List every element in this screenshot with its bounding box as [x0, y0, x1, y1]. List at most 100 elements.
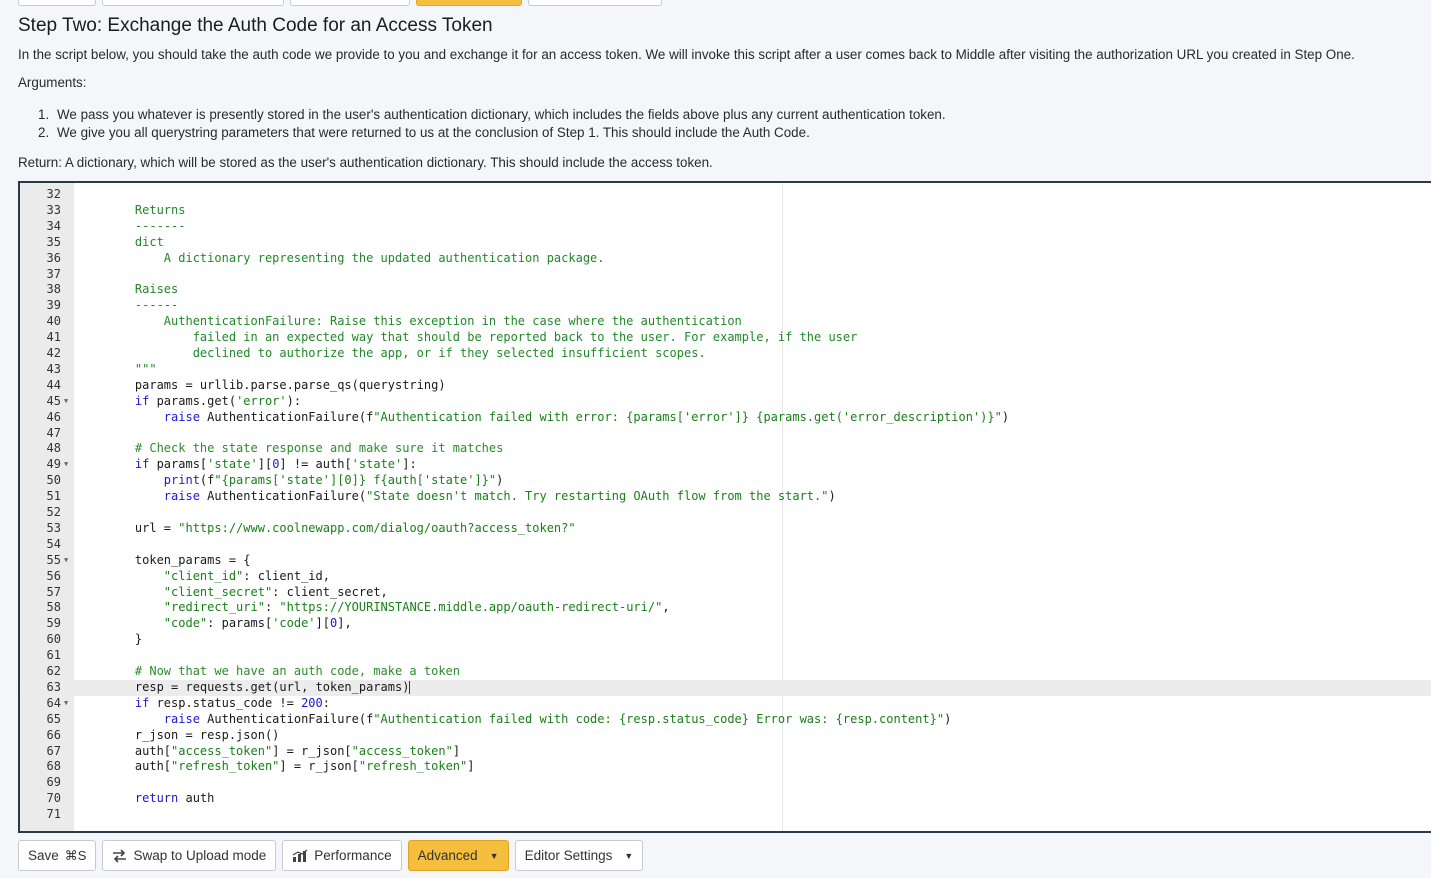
page: Step Two: Exchange the Auth Code for an …: [0, 0, 1431, 878]
line-number: 51: [46, 489, 61, 504]
code-line[interactable]: 38 Raises: [20, 282, 1431, 298]
code-line[interactable]: 65 raise AuthenticationFailure(f"Authent…: [20, 712, 1431, 728]
code-line[interactable]: 66 r_json = resp.json(): [20, 728, 1431, 744]
code-line[interactable]: 34 -------: [20, 219, 1431, 235]
advanced-button[interactable]: Advanced ▼: [407, 840, 509, 871]
code-line[interactable]: 46 raise AuthenticationFailure(f"Authent…: [20, 410, 1431, 426]
line-number: 70: [46, 791, 61, 806]
code-text: # Check the state response and make sure…: [106, 441, 504, 456]
code-line[interactable]: 53 url = "https://www.coolnewapp.com/dia…: [20, 521, 1431, 537]
code-line[interactable]: 47: [20, 426, 1431, 442]
swap-upload-button[interactable]: Swap to Upload mode: [102, 840, 277, 871]
save-shortcut: ⌘S: [64, 847, 87, 863]
code-line[interactable]: 43 """: [20, 362, 1431, 378]
line-number: 65: [46, 711, 61, 726]
line-number: 61: [46, 648, 61, 663]
line-number: 71: [46, 807, 61, 822]
swap-arrows-icon: [112, 848, 127, 863]
line-number: 55: [46, 552, 61, 567]
code-line[interactable]: 58 "redirect_uri": "https://YOURINSTANCE…: [20, 600, 1431, 616]
line-number: 67: [46, 743, 61, 758]
code-line[interactable]: 41 failed in an expected way that should…: [20, 330, 1431, 346]
line-number: 39: [46, 298, 61, 313]
line-number: 64: [46, 695, 61, 710]
code-line[interactable]: 64 ▼ if resp.status_code != 200:: [20, 696, 1431, 712]
code-line[interactable]: 50 print(f"{params['state'][0]} f{auth['…: [20, 473, 1431, 489]
line-number: 57: [46, 584, 61, 599]
code-text: "code": params['code'][0],: [163, 616, 352, 631]
code-line[interactable]: 71: [20, 807, 1431, 823]
code-editor[interactable]: 32 33 Returns 34 ------- 35 dict 36 A dictio…: [18, 181, 1431, 833]
line-number: 56: [46, 568, 61, 583]
code-line[interactable]: 39 ------: [20, 298, 1431, 314]
code-line[interactable]: 70 return auth: [20, 791, 1431, 807]
code-line[interactable]: 45 ▼ if params.get('error'):: [20, 394, 1431, 410]
code-text: Raises: [106, 282, 179, 297]
code-line[interactable]: 48 # Check the state response and make s…: [20, 441, 1431, 457]
code-text: url = "https://www.coolnewapp.com/dialog…: [106, 520, 576, 535]
line-number: 34: [46, 218, 61, 233]
line-number: 45: [46, 393, 61, 408]
code-line[interactable]: 56 "client_id": client_id,: [20, 569, 1431, 585]
code-line[interactable]: 69: [20, 775, 1431, 791]
line-number: 59: [46, 616, 61, 631]
line-number: 48: [46, 441, 61, 456]
code-line[interactable]: 63 resp = requests.get(url, token_params…: [20, 679, 1431, 696]
code-line[interactable]: 54: [20, 537, 1431, 553]
code-text: "client_secret": client_secret,: [163, 584, 388, 599]
code-text: failed in an expected way that should be…: [106, 330, 858, 345]
line-number: 46: [46, 409, 61, 424]
code-line[interactable]: 32: [20, 187, 1431, 203]
code-line[interactable]: 57 "client_secret": client_secret,: [20, 585, 1431, 601]
save-label: Save: [28, 848, 59, 863]
code-line[interactable]: 40 AuthenticationFailure: Raise this exc…: [20, 314, 1431, 330]
argument-number: 1.: [38, 107, 50, 122]
fold-toggle-icon[interactable]: ▼: [64, 394, 68, 410]
line-number: 37: [46, 266, 61, 281]
line-number: 41: [46, 330, 61, 345]
top-swap-button[interactable]: [102, 0, 284, 6]
fold-toggle-icon[interactable]: ▼: [64, 553, 68, 569]
top-performance-button[interactable]: [290, 0, 410, 6]
code-line[interactable]: 67 auth["access_token"] = r_json["access…: [20, 744, 1431, 760]
code-line[interactable]: 62 # Now that we have an auth code, make…: [20, 664, 1431, 680]
top-save-button[interactable]: [18, 0, 96, 6]
code-line[interactable]: 59 "code": params['code'][0],: [20, 616, 1431, 632]
code-text: A dictionary representing the updated au…: [106, 250, 605, 265]
code-line[interactable]: 37: [20, 267, 1431, 283]
line-number: 66: [46, 727, 61, 742]
save-button[interactable]: Save ⌘S: [18, 840, 97, 871]
performance-button[interactable]: Performance: [282, 840, 402, 871]
code-line[interactable]: 52: [20, 505, 1431, 521]
code-line[interactable]: 49 ▼ if params['state'][0] != auth['state…: [20, 457, 1431, 473]
chevron-down-icon: ▼: [624, 850, 634, 861]
code-line[interactable]: 35 dict: [20, 235, 1431, 251]
line-number: 43: [46, 361, 61, 376]
code-line[interactable]: 36 A dictionary representing the updated…: [20, 251, 1431, 267]
code-line[interactable]: 44 params = urllib.parse.parse_qs(querys…: [20, 378, 1431, 394]
line-number: 60: [46, 632, 61, 647]
line-number: 32: [46, 187, 61, 201]
code-text: r_json = resp.json(): [106, 727, 280, 742]
code-line[interactable]: 60 }: [20, 632, 1431, 648]
code-line[interactable]: 51 raise AuthenticationFailure("State do…: [20, 489, 1431, 505]
fold-toggle-icon[interactable]: ▼: [64, 696, 68, 712]
editor-settings-button[interactable]: Editor Settings ▼: [514, 840, 644, 871]
code-text: ------: [106, 298, 179, 313]
code-line[interactable]: 61: [20, 648, 1431, 664]
line-number: 50: [46, 473, 61, 488]
code-text: Returns: [106, 202, 186, 217]
line-number: 36: [46, 250, 61, 265]
line-number: 44: [46, 377, 61, 392]
fold-toggle-icon[interactable]: ▼: [64, 457, 68, 473]
top-advanced-button[interactable]: [416, 0, 522, 6]
line-number: 62: [46, 664, 61, 678]
code-text: auth["refresh_token"] = r_json["refresh_…: [106, 759, 475, 774]
code-line[interactable]: 33 Returns: [20, 203, 1431, 219]
code-line[interactable]: 42 declined to authorize the app, or if …: [20, 346, 1431, 362]
code-line[interactable]: 68 auth["refresh_token"] = r_json["refre…: [20, 759, 1431, 775]
top-editor-settings-button[interactable]: [528, 0, 662, 6]
arguments-list: 1. We pass you whatever is presently stor…: [38, 106, 946, 141]
code-line[interactable]: 55 ▼ token_params = {: [20, 553, 1431, 569]
editor-settings-label: Editor Settings: [524, 848, 613, 863]
